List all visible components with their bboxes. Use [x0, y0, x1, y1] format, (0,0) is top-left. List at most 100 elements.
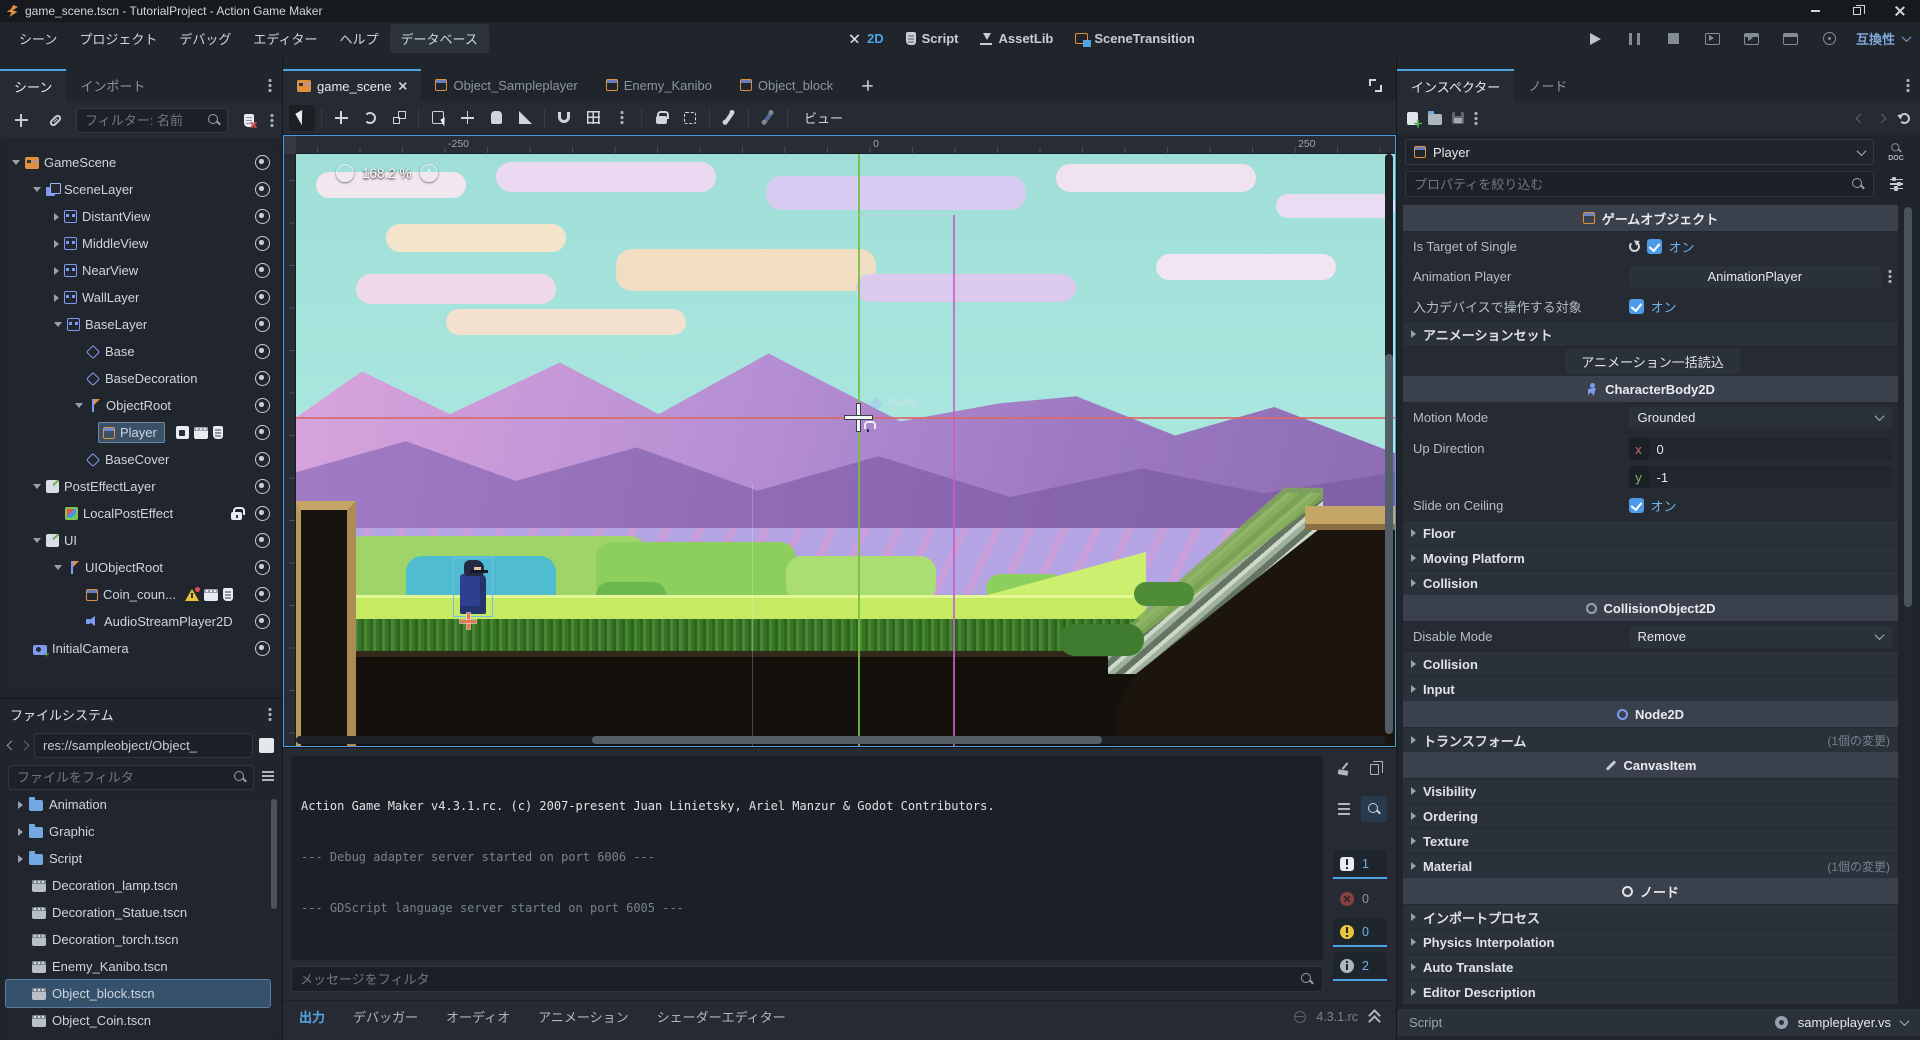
visibility-toggle[interactable] [255, 425, 270, 440]
attached-script-icon[interactable] [223, 588, 233, 601]
save-resource-button[interactable] [1452, 112, 1464, 124]
tab-audio[interactable]: オーディオ [446, 1007, 510, 1026]
category-characterbody2d[interactable]: CharacterBody2D [1403, 376, 1898, 402]
renderer-select[interactable]: 互換性 [1856, 29, 1910, 48]
clear-output-button[interactable] [1331, 756, 1357, 782]
error-filter-toggle[interactable]: 0 [1333, 884, 1387, 913]
play-button[interactable] [1583, 26, 1609, 52]
open-documentation-button[interactable]: DOC [1880, 139, 1912, 165]
revert-icon[interactable] [1629, 241, 1640, 252]
animation-player-picker[interactable]: AnimationPlayer [1629, 266, 1881, 288]
smart-snap-button[interactable] [551, 105, 577, 131]
history-forward-icon[interactable] [1877, 113, 1887, 123]
tab-enemy-kanibo[interactable]: Enemy_Kanibo [592, 69, 726, 101]
group-input[interactable]: Input [1403, 676, 1898, 701]
inspector-scrollbar[interactable] [1904, 207, 1912, 1000]
disable-mode-select[interactable]: Remove [1629, 626, 1892, 648]
skeleton-button[interactable] [716, 105, 742, 131]
horizontal-scrollbar[interactable] [296, 736, 1385, 744]
expand-bottom-panel-button[interactable] [1368, 1011, 1380, 1023]
play-scene-button[interactable] [1739, 26, 1765, 52]
notice-filter-toggle[interactable]: 1 [1333, 850, 1387, 879]
tab-animation[interactable]: アニメーション [538, 1007, 628, 1026]
category-collisionobject2d[interactable]: CollisionObject2D [1403, 595, 1898, 621]
animation-badge-icon[interactable] [204, 589, 218, 601]
menu-database[interactable]: データベース [390, 24, 489, 53]
instance-scene-button[interactable] [42, 107, 68, 133]
ruler-tool-button[interactable] [512, 105, 538, 131]
add-node-button[interactable] [8, 107, 34, 133]
menu-editor[interactable]: エディター [242, 24, 328, 53]
move-tool-button[interactable] [328, 105, 354, 131]
file-row-object-block[interactable]: Object_block.tscn [6, 980, 270, 1007]
tree-row-audiostreamplayer[interactable]: AudioStreamPlayer2D [6, 608, 276, 635]
move-pivot-button[interactable] [454, 105, 480, 131]
restore-button[interactable] [1836, 0, 1878, 22]
lock-object-button[interactable] [648, 105, 674, 131]
visibility-toggle[interactable] [255, 398, 270, 413]
visibility-toggle[interactable] [255, 263, 270, 278]
zoom-level[interactable]: 168.2 % [362, 166, 412, 181]
property-tools-button[interactable] [1880, 171, 1912, 197]
property-filter-input[interactable] [1405, 171, 1874, 197]
visibility-toggle[interactable] [255, 614, 270, 629]
visibility-toggle[interactable] [255, 533, 270, 548]
group-material[interactable]: Material(1個の変更) [1403, 853, 1898, 878]
tree-row-baselayer[interactable]: BaseLayer [6, 311, 276, 338]
tree-row-player[interactable]: Player [6, 419, 276, 446]
v-scroll-thumb[interactable] [1385, 354, 1393, 734]
mode-script-button[interactable]: Script [906, 31, 959, 46]
tab-output[interactable]: 出力 [299, 1007, 325, 1026]
tab-game-scene[interactable]: game_scene [283, 69, 421, 101]
file-row-decoration-torch[interactable]: Decoration_torch.tscn [6, 926, 270, 953]
group-transform[interactable]: トランスフォーム(1個の変更) [1403, 727, 1898, 752]
group-collision2[interactable]: Collision [1403, 651, 1898, 676]
collapse-duplicates-button[interactable] [1331, 796, 1357, 822]
tab-node[interactable]: ノード [1514, 69, 1581, 101]
edit-history-button[interactable] [1899, 113, 1910, 124]
mode-2d-button[interactable]: 2D [848, 31, 884, 46]
motion-mode-select[interactable]: Grounded [1629, 407, 1892, 429]
up-direction-x-field[interactable]: x0 [1629, 438, 1892, 460]
tree-row-initialcamera[interactable]: InitialCamera [6, 635, 276, 662]
resource-menu-icon[interactable] [1474, 111, 1478, 126]
script-row[interactable]: Script sampleplayer.vs [1397, 1008, 1920, 1036]
message-filter-toggle[interactable]: 2 [1333, 952, 1387, 981]
tab-shader-editor[interactable]: シェーダーエディター [657, 1007, 786, 1026]
tree-row-middleview[interactable]: MiddleView [6, 230, 276, 257]
warning-icon[interactable] [185, 589, 199, 601]
filesystem-scrollbar[interactable] [271, 799, 277, 909]
tab-inspector[interactable]: インスペクター [1397, 69, 1514, 101]
visibility-toggle[interactable] [255, 479, 270, 494]
group-editor-description[interactable]: Editor Description [1403, 979, 1898, 1004]
file-row-script[interactable]: Script [6, 845, 270, 872]
vertical-scrollbar[interactable] [1385, 154, 1393, 734]
history-back-icon[interactable] [1856, 113, 1866, 123]
remote-play-button[interactable] [1700, 26, 1726, 52]
group-texture[interactable]: Texture [1403, 828, 1898, 853]
group-auto-translate[interactable]: Auto Translate [1403, 954, 1898, 979]
menu-help[interactable]: ヘルプ [328, 24, 389, 53]
h-scroll-thumb[interactable] [592, 736, 1102, 744]
category-node[interactable]: ノード [1403, 878, 1898, 904]
mode-assetlib-button[interactable]: AssetLib [980, 31, 1053, 46]
tree-row-nearview[interactable]: NearView [6, 257, 276, 284]
file-row-enemy-kanibo[interactable]: Enemy_Kanibo.tscn [6, 953, 270, 980]
file-row-decoration-statue[interactable]: Decoration_Statue.tscn [6, 899, 270, 926]
visibility-toggle[interactable] [255, 371, 270, 386]
menu-debug[interactable]: デバッグ [168, 24, 242, 53]
tree-row-base[interactable]: Base [6, 338, 276, 365]
visibility-toggle[interactable] [255, 560, 270, 575]
up-direction-y-field[interactable]: y-1 [1629, 466, 1892, 488]
nav-back-icon[interactable] [7, 740, 17, 750]
tree-row-objectroot[interactable]: ObjectRoot [6, 392, 276, 419]
group-ordering[interactable]: Ordering [1403, 803, 1898, 828]
group-physics-interpolation[interactable]: Physics Interpolation [1403, 929, 1898, 954]
scale-tool-button[interactable] [386, 105, 412, 131]
tree-row-ui[interactable]: UI [6, 527, 276, 554]
editable-children-icon[interactable] [176, 426, 189, 439]
zoom-out-button[interactable] [336, 164, 354, 182]
tree-row-scenelayer[interactable]: SceneLayer [6, 176, 276, 203]
viewport[interactable]: Base 168.2 % -250 0 250 [283, 135, 1396, 747]
visibility-toggle[interactable] [255, 587, 270, 602]
